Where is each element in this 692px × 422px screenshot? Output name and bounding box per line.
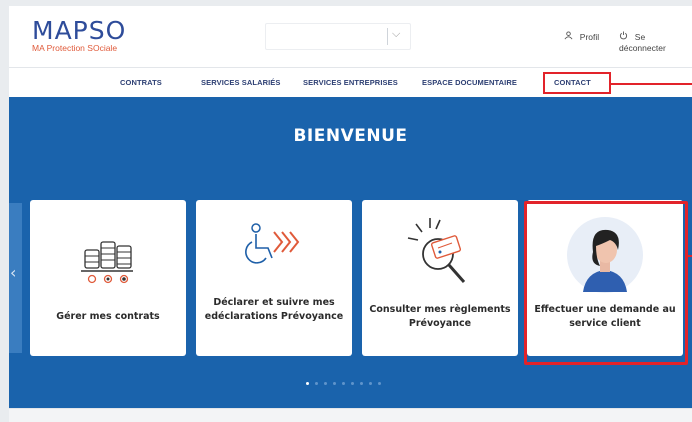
nav-item-espace-documentaire[interactable]: ESPACE DOCUMENTAIRE <box>422 78 517 87</box>
chevron-down-icon: ⌵ <box>392 27 401 40</box>
welcome-banner: BIENVENUE ‹ Gérer mes contrats Déclarer … <box>9 97 692 408</box>
nav-item-services-entreprises[interactable]: SERVICES ENTREPRISES <box>303 78 398 87</box>
page-frame: MAPSO MA Protection SOciale ⌵ Profil Se … <box>9 6 692 422</box>
user-icon <box>564 31 576 43</box>
select-divider <box>387 28 388 45</box>
carousel-dot-4[interactable] <box>333 382 336 385</box>
logo-tagline-part1: MA Protection <box>32 43 88 53</box>
logo-tagline: MA Protection SOciale <box>32 43 126 53</box>
contact-highlight-box <box>543 72 611 94</box>
customer-service-highlight-box <box>524 201 688 365</box>
account-select[interactable]: ⌵ <box>265 23 411 50</box>
carousel-dot-1[interactable] <box>306 382 309 385</box>
carousel-dot-7[interactable] <box>360 382 363 385</box>
content-bottom-strip <box>9 408 692 422</box>
coins-icon <box>79 234 135 290</box>
site-header: MAPSO MA Protection SOciale ⌵ Profil Se … <box>9 6 692 67</box>
logo-tagline-part3: ciale <box>99 43 118 53</box>
card-consult-reglements-label: Consulter mes règlements Prévoyance <box>369 304 511 329</box>
card-consult-reglements[interactable]: Consulter mes règlements Prévoyance <box>362 200 518 356</box>
mapso-logo[interactable]: MAPSO MA Protection SOciale <box>32 16 127 54</box>
card-declare-prevoyance-label: Déclarer et suivre mes edéclarations Pré… <box>204 297 344 322</box>
nav-item-contrats[interactable]: CONTRATS <box>120 78 162 87</box>
logout-link[interactable]: Se déconnecter <box>619 31 692 53</box>
nav-item-services-salaries[interactable]: SERVICES SALARIÉS <box>201 78 281 87</box>
welcome-title: BIENVENUE <box>293 126 408 146</box>
carousel-dot-9[interactable] <box>378 382 381 385</box>
card-declare-prevoyance[interactable]: Déclarer et suivre mes edéclarations Pré… <box>196 200 352 356</box>
carousel-dot-6[interactable] <box>351 382 354 385</box>
carousel-dot-3[interactable] <box>324 382 327 385</box>
chevron-left-icon: ‹ <box>10 263 17 282</box>
carousel-dot-8[interactable] <box>369 382 372 385</box>
logo-tagline-part2: SO <box>87 43 100 53</box>
annotation-tick <box>685 255 692 257</box>
annotation-line <box>609 83 692 85</box>
magnifier-card-icon <box>400 216 476 296</box>
carousel-dot-2[interactable] <box>315 382 318 385</box>
power-icon <box>619 31 631 43</box>
main-nav: CONTRATS SERVICES SALARIÉS SERVICES ENTR… <box>9 67 692 98</box>
carousel-dots <box>306 370 387 389</box>
wheelchair-icon <box>244 222 306 274</box>
carousel-dot-5[interactable] <box>342 382 345 385</box>
carousel-prev-button[interactable]: ‹ <box>9 203 22 353</box>
profile-link[interactable]: Profil <box>564 31 599 43</box>
logo-wordmark: MAPSO <box>32 16 127 45</box>
card-manage-contracts[interactable]: Gérer mes contrats <box>30 200 186 356</box>
profile-label: Profil <box>579 32 600 42</box>
card-manage-contracts-label: Gérer mes contrats <box>56 311 160 322</box>
